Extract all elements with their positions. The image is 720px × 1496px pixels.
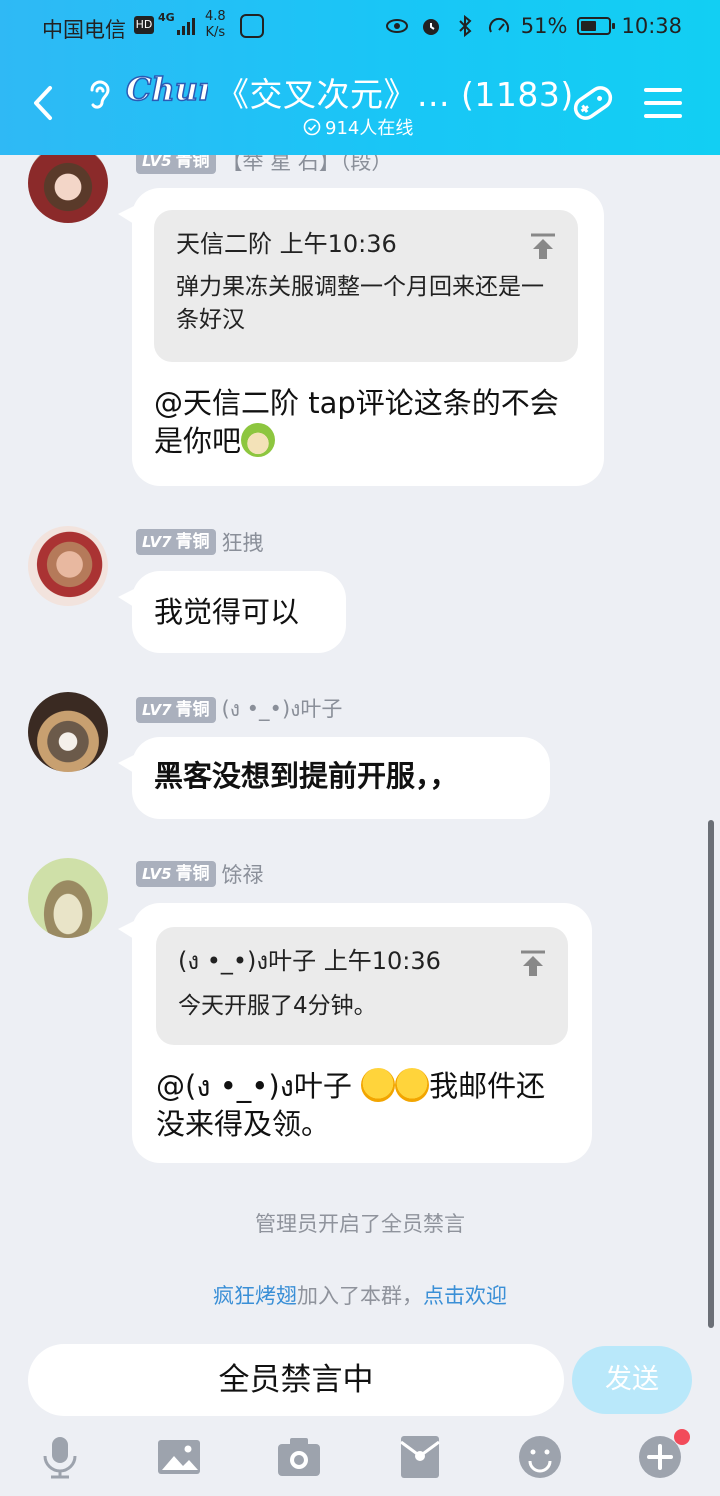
bluetooth-icon [459,14,472,38]
app-notification-icon [240,14,264,38]
avatar[interactable] [28,692,108,772]
carrier-name: 中国电信 [42,18,126,42]
image-icon[interactable] [156,1434,202,1480]
jump-to-top-icon[interactable] [530,232,556,260]
sender-name[interactable]: 狂拽 [222,527,264,557]
hd-icon: HD [134,16,154,34]
clock-time: 10:38 [621,14,682,38]
notification-dot [674,1429,690,1445]
signal-icon [177,18,195,35]
emoji-sticker-icon [241,423,276,457]
game-controller-icon[interactable] [568,80,618,126]
send-button[interactable]: 发送 [572,1346,692,1414]
check-circle-icon [303,118,321,136]
battery-percent: 51% [520,14,568,38]
speedometer-icon [488,17,509,33]
svg-text:Chum: Chum [126,70,208,108]
network-speed: 4.8 K/s [205,9,226,41]
jump-to-top-icon[interactable] [520,949,546,977]
sender-name[interactable]: (ง •_•)ง叶子 [222,693,343,726]
level-badge: LV7 青铜 [136,696,216,723]
online-count[interactable]: 914人在线 [303,114,413,140]
level-badge: LV7 青铜 [136,529,216,555]
tears-of-joy-emoji-icon [361,1068,396,1102]
quoted-message[interactable]: 天信二阶 上午10:36 弹力果冻关服调整一个月回来还是一条好汉 [154,210,578,362]
message-text: @天信二阶 tap评论这条的不会是你吧 [154,386,559,458]
message-text: 我觉得可以 [154,595,300,629]
message-text: 黑客没想到提前开服，， [154,759,459,793]
online-count-text: 914人在线 [325,118,414,139]
quote-text: 弹力果冻关服调整一个月回来还是一条好汉 [176,274,544,333]
network-type: 4G [158,11,175,24]
avatar[interactable] [28,526,108,606]
red-packet-icon[interactable] [397,1434,443,1480]
mic-icon[interactable] [37,1434,83,1480]
scrollbar[interactable] [708,820,714,1328]
joined-user-link[interactable]: 疯狂烤翅 [213,1284,297,1308]
earpiece-mode-icon[interactable] [84,74,114,114]
eye-icon [385,19,408,33]
input-toolbar [0,1426,720,1490]
message-bubble[interactable]: (ง •_•)ง叶子 上午10:36 今天开服了4分钟。 @(ง •_•)ง叶子… [118,903,592,1163]
back-arrow-icon[interactable] [30,82,58,124]
menu-icon[interactable] [644,86,682,120]
speed-unit: K/s [205,25,226,40]
quote-text: 今天开服了4分钟。 [178,993,377,1019]
emoji-icon[interactable] [517,1434,563,1480]
sender-meta: LV5 青铜 馀禄 [136,859,264,889]
speed-value: 4.8 [205,9,226,24]
tears-of-joy-emoji-icon [395,1068,430,1102]
group-title[interactable]: 《交叉次元》... (1183) [216,68,574,116]
avatar[interactable] [28,143,108,223]
sender-name[interactable]: 馀禄 [222,859,264,889]
status-bar: 中国电信 HD 4G 4.8 K/s 51% 10:38 [0,0,720,56]
quote-header: (ง •_•)ง叶子 上午10:36 [178,947,441,975]
message-bubble[interactable]: 我觉得可以 [118,571,346,653]
quoted-message[interactable]: (ง •_•)ง叶子 上午10:36 今天开服了4分钟。 [156,927,568,1045]
quote-header: 天信二阶 上午10:36 [176,230,397,258]
sender-meta: LV7 青铜 (ง •_•)ง叶子 [136,693,342,726]
avatar[interactable] [28,858,108,938]
message-input-muted[interactable]: 全员禁言中 [28,1344,564,1416]
alarm-icon [422,19,439,35]
mute-notice: 管理员开启了全员禁言 [255,1212,465,1236]
level-badge: LV5 青铜 [136,861,216,887]
chat-header: 中国电信 HD 4G 4.8 K/s 51% 10:38 Chum 《交叉次元》… [0,0,720,155]
message-bubble[interactable]: 黑客没想到提前开服，， [118,737,550,819]
join-text: 加入了本群， [297,1284,423,1308]
chum-logo: Chum [125,69,208,108]
status-right: 51% 10:38 [385,14,682,38]
battery-icon [577,17,616,35]
welcome-link[interactable]: 点击欢迎 [423,1284,507,1308]
join-notice: 疯狂烤翅加入了本群，点击欢迎 [0,1280,720,1310]
message-bubble[interactable]: 天信二阶 上午10:36 弹力果冻关服调整一个月回来还是一条好汉 @天信二阶 t… [118,188,604,486]
sender-meta: LV7 青铜 狂拽 [136,527,264,557]
camera-icon[interactable] [276,1434,322,1480]
message-text: @(ง •_•)ง叶子 我邮件还没来得及领。 [156,1068,546,1141]
